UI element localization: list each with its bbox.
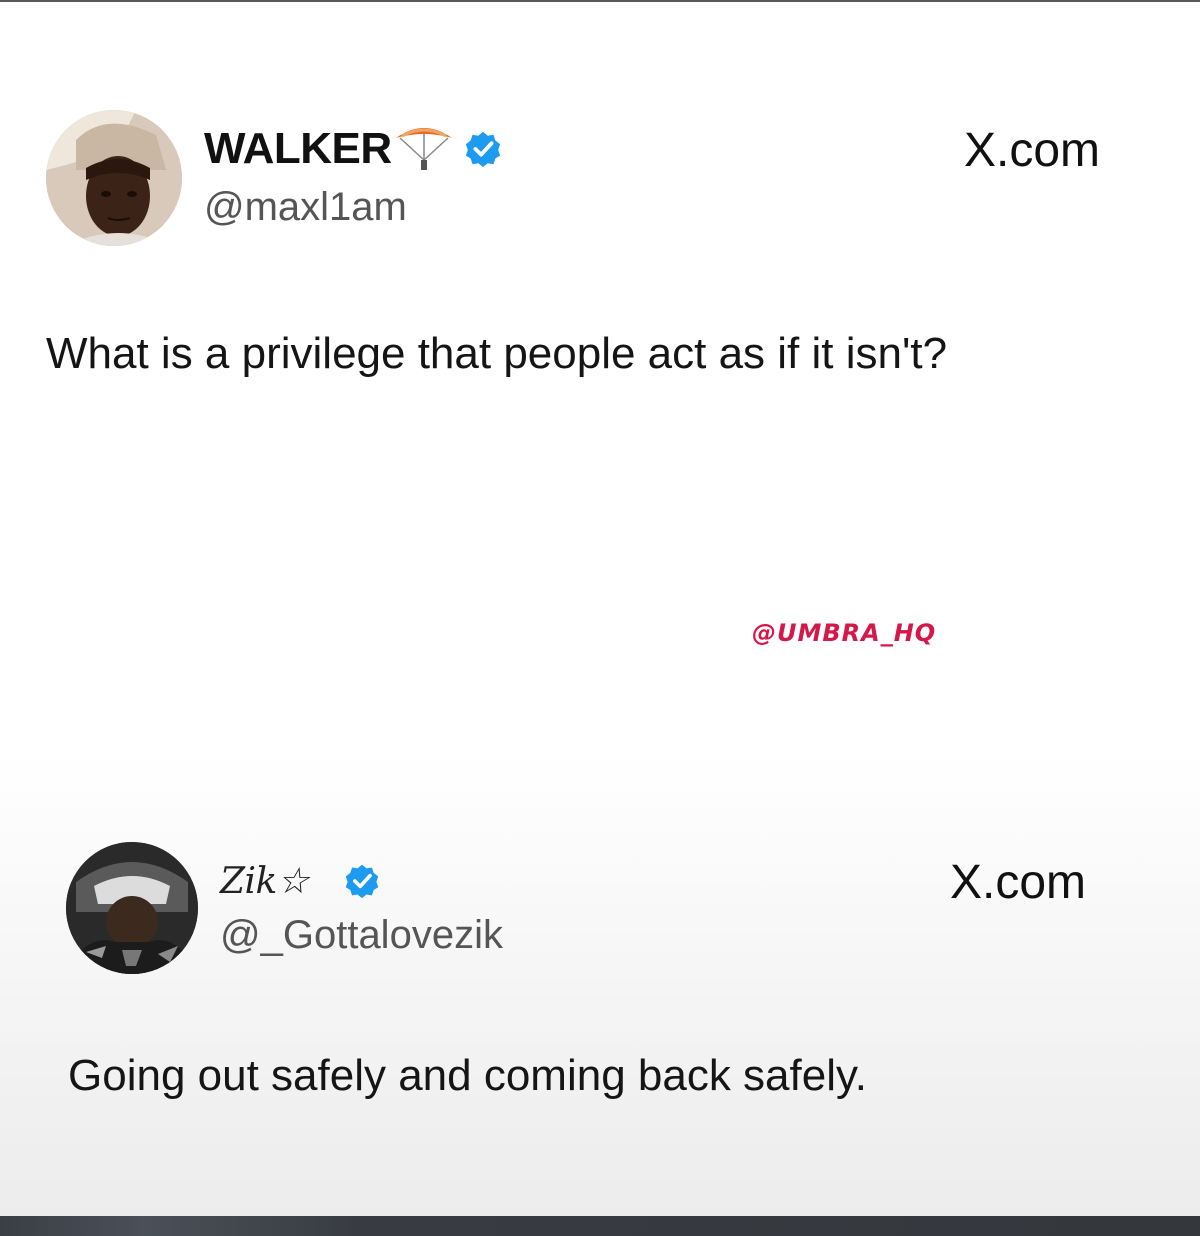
author-name[interactable]: Zik☆ <box>220 857 309 907</box>
verified-badge-icon <box>345 864 379 899</box>
paraglider-icon <box>396 128 452 170</box>
author-handle[interactable]: @maxl1am <box>204 180 407 234</box>
avatar-photo <box>46 110 182 246</box>
bottom-bar <box>0 1216 1200 1236</box>
avatar[interactable] <box>66 842 198 974</box>
tweet-text: What is a privilege that people act as i… <box>46 329 948 378</box>
screenshot-card: WALKER @maxl1am X.com What is a privileg… <box>0 2 1200 1216</box>
author-handle[interactable]: @_Gottalovezik <box>220 908 503 962</box>
verified-badge-icon <box>465 131 501 168</box>
tweet-text: Going out safely and coming back safely. <box>68 1051 867 1100</box>
avatar-photo <box>66 842 198 974</box>
site-label: X.com <box>964 124 1101 177</box>
author-name[interactable]: WALKER <box>204 122 392 176</box>
watermark: @UMBRA_HQ <box>752 619 937 647</box>
site-label: X.com <box>950 856 1087 909</box>
avatar[interactable] <box>46 110 182 246</box>
